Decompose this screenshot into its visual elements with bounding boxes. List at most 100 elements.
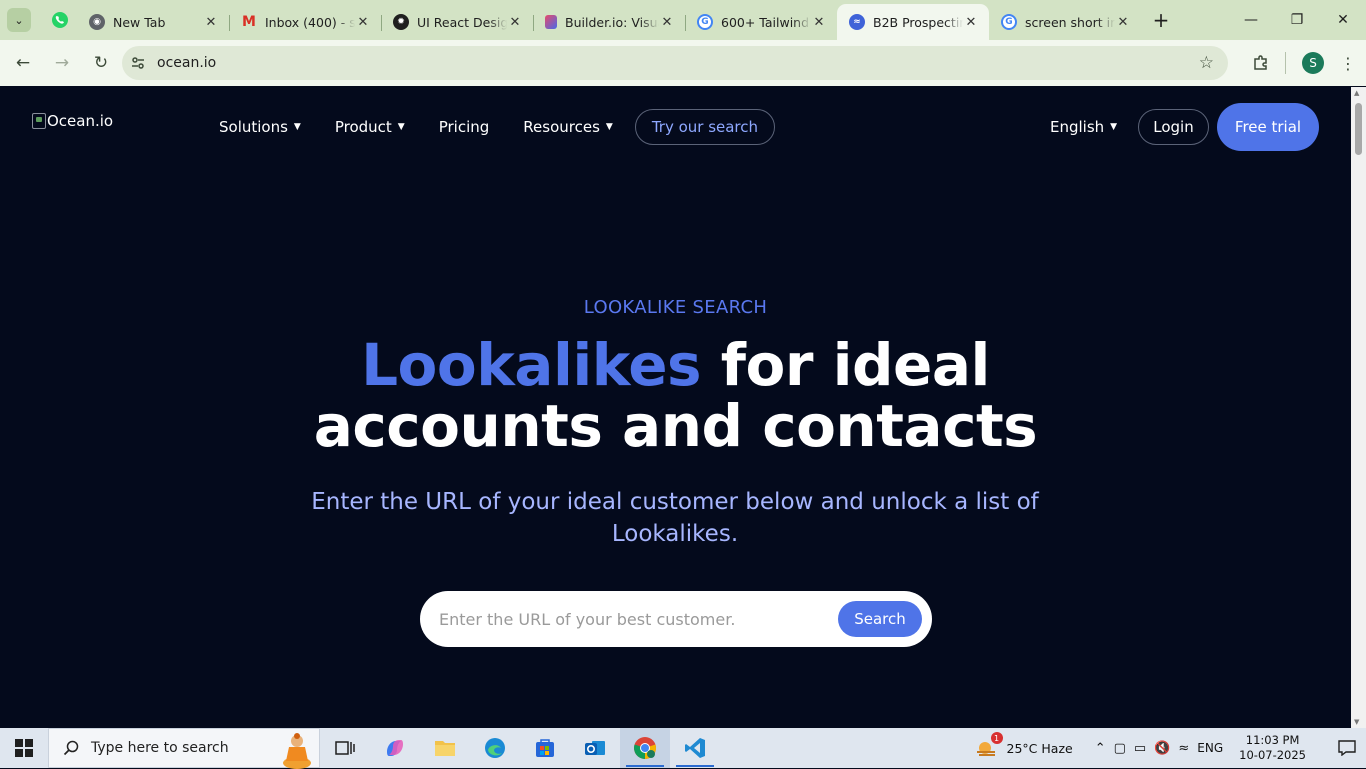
caret-down-icon: ▼	[397, 122, 405, 132]
try-search-button[interactable]: Try our search	[634, 109, 776, 145]
input-language[interactable]: ENG	[1197, 741, 1223, 755]
tab-ui-react-design[interactable]: ✹ UI React Design ✕	[381, 6, 534, 38]
logo-alt-text: Ocean.io	[47, 112, 114, 130]
headline-part-1: for ideal	[701, 331, 991, 399]
scrollbar-thumb[interactable]	[1355, 103, 1362, 155]
close-icon[interactable]: ✕	[507, 14, 523, 30]
close-icon[interactable]: ✕	[355, 14, 371, 30]
nav-label: Resources	[523, 118, 600, 136]
taskbar-copilot[interactable]	[370, 728, 420, 768]
weather-text: 25°C Haze	[1006, 740, 1073, 756]
bookmark-star-icon[interactable]: ☆	[1199, 53, 1214, 73]
windows-logo-icon	[15, 739, 33, 757]
restore-button[interactable]: ❐	[1274, 0, 1320, 40]
url-text[interactable]: ocean.io	[157, 55, 216, 71]
hero-eyebrow: LOOKALIKE SEARCH	[583, 297, 768, 318]
free-trial-button[interactable]: Free trial	[1217, 103, 1319, 151]
clock[interactable]: 11:03 PM 10-07-2025	[1239, 733, 1306, 763]
scroll-up-icon[interactable]: ▲	[1354, 89, 1359, 97]
nav-product[interactable]: Product ▼	[335, 118, 405, 136]
toolbar-divider	[1285, 52, 1286, 74]
broken-image-icon	[32, 113, 46, 129]
close-icon[interactable]: ✕	[811, 14, 827, 30]
browser-menu-icon[interactable]: ⋮	[1336, 54, 1360, 73]
close-icon[interactable]: ✕	[963, 14, 979, 30]
battery-icon[interactable]: ▭	[1134, 741, 1146, 756]
chevron-down-icon: ⌄	[14, 13, 24, 27]
tab-title: Builder.io: Visua	[565, 14, 659, 30]
window-controls: — ❐ ✕	[1228, 0, 1366, 40]
site-info-button[interactable]	[124, 55, 152, 71]
scroll-down-icon[interactable]: ▼	[1354, 718, 1359, 726]
close-icon: ✕	[1337, 12, 1349, 28]
browser-tab-bar: ⌄ ◉ New Tab ✕ M Inbox (400) - sh ✕ ✹ UI …	[0, 0, 1366, 40]
taskbar-edge[interactable]	[470, 728, 520, 768]
site-logo[interactable]: Ocean.io	[32, 112, 113, 130]
system-tray: 1 25°C Haze ⌃ ▢ ▭ 🔇 ≈ ENG 11:03 PM 10-07…	[975, 728, 1366, 768]
address-bar[interactable]: ocean.io ☆	[122, 46, 1228, 80]
tab-tailwind[interactable]: G 600+ Tailwind C ✕	[685, 6, 837, 38]
taskbar-chrome[interactable]	[620, 728, 670, 768]
back-button[interactable]: ←	[5, 45, 41, 81]
reload-icon: ↻	[93, 53, 109, 73]
new-tab-button[interactable]: +	[1147, 6, 1175, 34]
nav-resources[interactable]: Resources ▼	[523, 118, 613, 136]
extensions-button[interactable]	[1243, 54, 1279, 72]
taskbar-vscode[interactable]	[670, 728, 720, 768]
arrow-left-icon: ←	[15, 53, 31, 73]
search-button[interactable]: Search	[838, 601, 922, 637]
tab-title: UI React Design	[417, 14, 507, 30]
task-view-icon	[335, 741, 355, 755]
reload-button[interactable]: ↻	[83, 45, 119, 81]
language-selector[interactable]: English ▼	[1050, 118, 1117, 136]
meet-now-icon[interactable]: ▢	[1114, 741, 1126, 756]
taskbar-outlook[interactable]	[570, 728, 620, 768]
task-view-button[interactable]	[320, 728, 370, 768]
chevron-up-icon[interactable]: ⌃	[1095, 741, 1106, 756]
caret-down-icon: ▼	[1110, 122, 1118, 132]
tab-new-tab[interactable]: ◉ New Tab ✕	[77, 6, 230, 38]
restore-icon: ❐	[1290, 12, 1304, 28]
lookalike-search-form: Search	[420, 591, 932, 647]
clock-date: 10-07-2025	[1239, 748, 1306, 762]
forward-button[interactable]: →	[44, 45, 80, 81]
notifications-button[interactable]	[1328, 728, 1366, 768]
volume-muted-icon[interactable]: 🔇	[1154, 741, 1170, 756]
ocean-io-page: Ocean.io Solutions ▼ Product ▼ Pricing R…	[0, 87, 1351, 728]
minimize-button[interactable]: —	[1228, 0, 1274, 40]
tab-title: Inbox (400) - sh	[265, 14, 355, 30]
tab-b2b-prospecting[interactable]: ≈ B2B Prospectin ✕	[837, 4, 989, 40]
page-scrollbar[interactable]: ▲ ▼	[1351, 87, 1366, 728]
taskbar-search-placeholder: Type here to search	[91, 740, 229, 756]
taskbar-search[interactable]: Type here to search	[48, 728, 320, 769]
close-icon[interactable]: ✕	[659, 14, 675, 30]
weather-widget[interactable]: 1 25°C Haze	[975, 732, 1073, 758]
customer-url-input[interactable]	[439, 604, 839, 634]
tab-search-button[interactable]: ⌄	[7, 8, 31, 32]
clock-time: 11:03 PM	[1245, 733, 1300, 747]
close-icon[interactable]: ✕	[1115, 14, 1131, 30]
taskbar-file-explorer[interactable]	[420, 728, 470, 768]
nav-solutions[interactable]: Solutions ▼	[219, 118, 301, 136]
hero-headline: Lookalikes for ideal accounts and contac…	[0, 335, 1351, 457]
windows-taskbar: Type here to search 1 25°C Haze ⌃ ▢ ▭ 🔇 …	[0, 728, 1366, 769]
close-icon[interactable]: ✕	[203, 14, 219, 30]
toolbar-right: S ⋮	[1243, 40, 1366, 86]
start-button[interactable]	[0, 728, 48, 768]
tab-screen-short[interactable]: G screen short in ✕	[989, 6, 1141, 38]
gmail-icon: M	[242, 14, 256, 30]
taskbar-store[interactable]	[520, 728, 570, 768]
caret-down-icon: ▼	[605, 122, 613, 132]
vscode-icon	[685, 738, 705, 758]
tab-builder-io[interactable]: Builder.io: Visua ✕	[533, 6, 686, 38]
store-icon	[536, 739, 554, 757]
caret-down-icon: ▼	[293, 122, 301, 132]
close-window-button[interactable]: ✕	[1320, 0, 1366, 40]
nav-pricing[interactable]: Pricing	[439, 118, 490, 136]
login-button[interactable]: Login	[1138, 109, 1209, 145]
outlook-icon	[585, 741, 605, 755]
profile-avatar[interactable]: S	[1302, 52, 1324, 74]
wifi-icon[interactable]: ≈	[1178, 741, 1189, 756]
tab-gmail[interactable]: M Inbox (400) - sh ✕	[229, 6, 382, 38]
pinned-tab-whatsapp[interactable]	[43, 4, 77, 36]
